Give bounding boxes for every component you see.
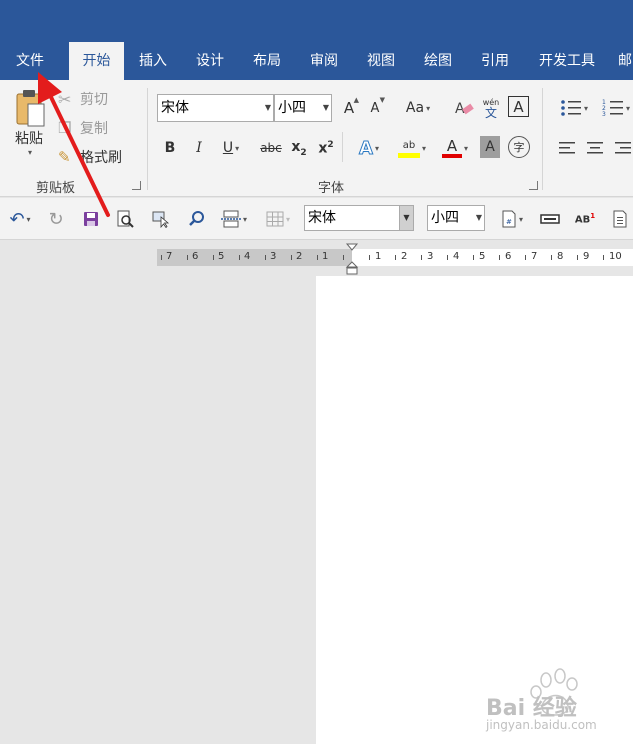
- red-arrow-annotation: [38, 72, 110, 217]
- arrow-shaft: [48, 93, 110, 217]
